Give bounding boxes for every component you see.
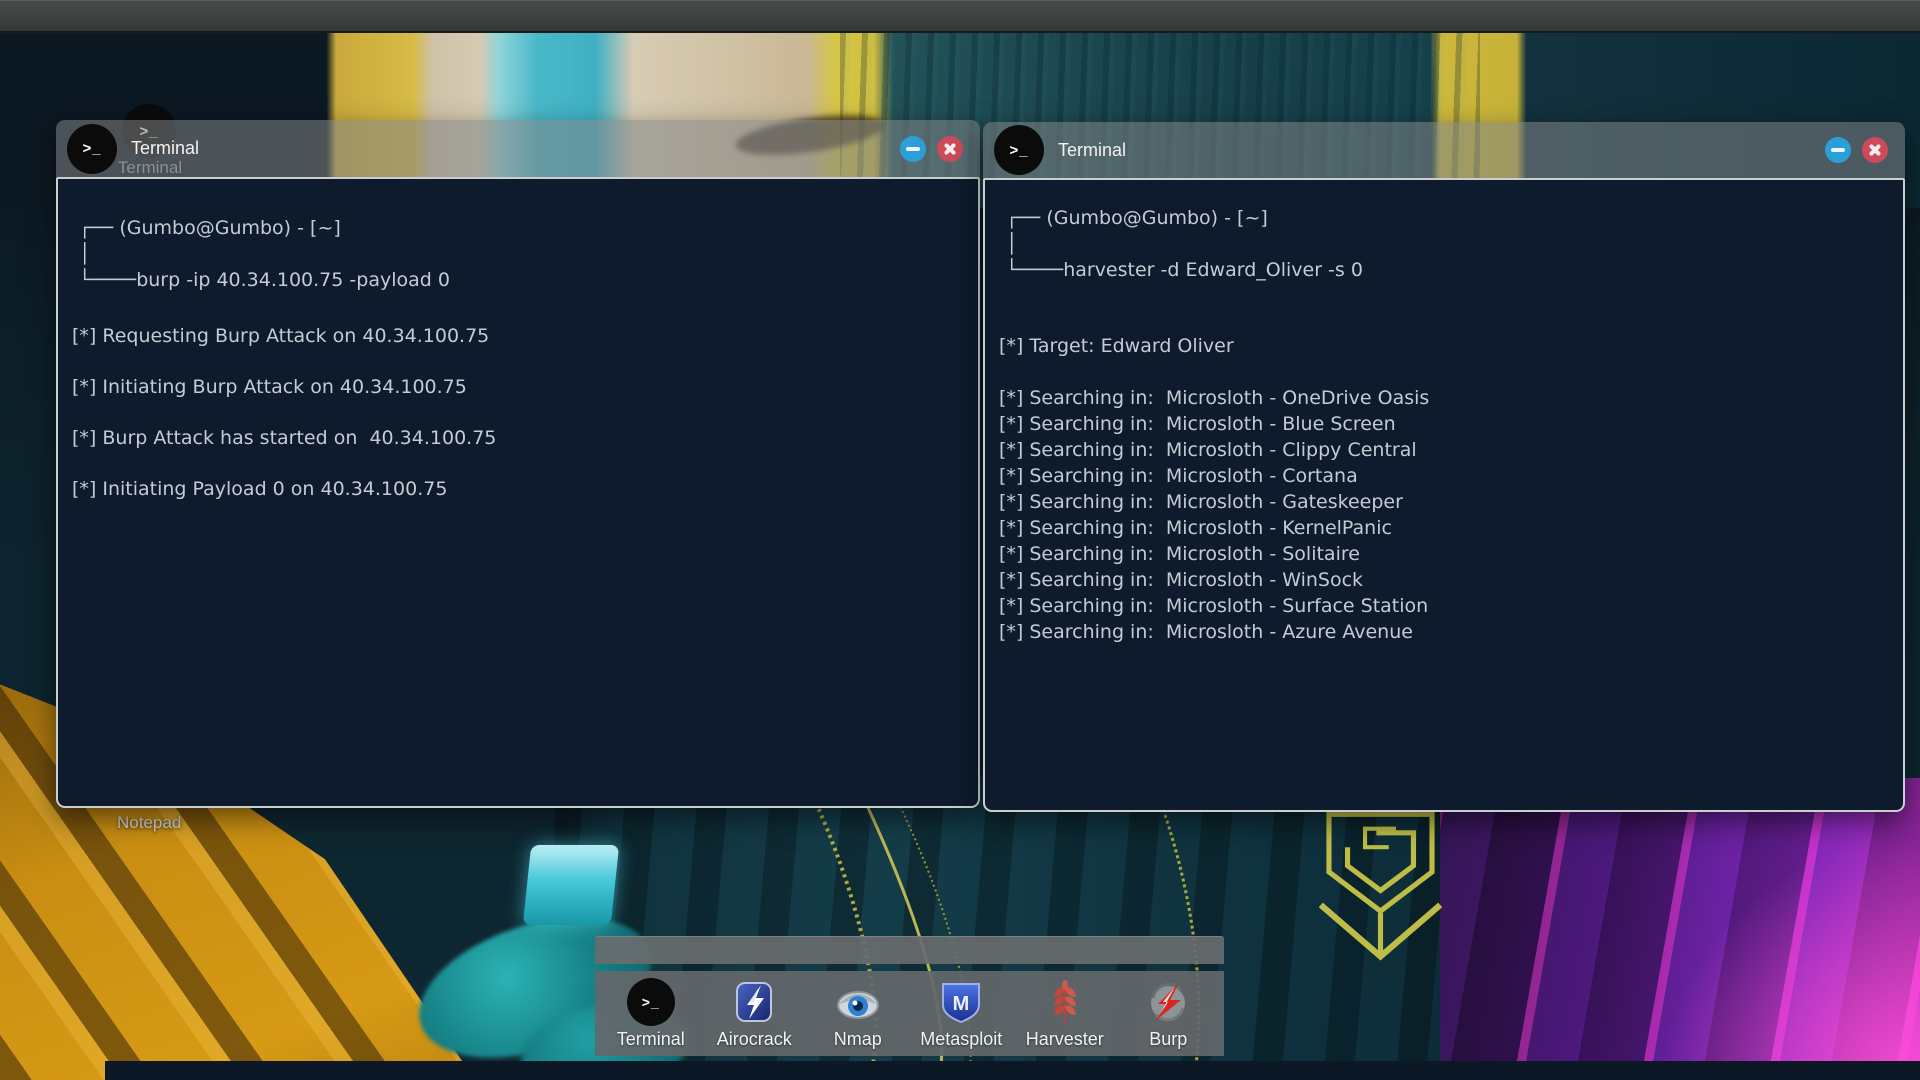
- output-line: [*] Target: Edward Oliver: [999, 333, 1887, 359]
- dock-item-label: Burp: [1149, 1029, 1187, 1050]
- window-title: Terminal: [1058, 140, 1126, 161]
- window-titlebar[interactable]: >_ Terminal: [56, 120, 980, 177]
- output-line: [*] Searching in: Microsloth - Gateskeep…: [999, 489, 1887, 515]
- dock-item-label: Nmap: [834, 1029, 882, 1050]
- minimize-button[interactable]: [1825, 137, 1851, 163]
- harvester-wheat-icon: [1041, 978, 1089, 1026]
- output-line: [*] Searching in: Microsloth - WinSock: [999, 567, 1887, 593]
- dock-item-label: Airocrack: [717, 1029, 792, 1050]
- terminal-icon: >_: [994, 125, 1044, 175]
- dock-item-metasploit[interactable]: M Metasploit: [911, 978, 1011, 1050]
- prompt-pipe-line: │: [79, 241, 962, 267]
- minimize-button[interactable]: [900, 136, 926, 162]
- terminal-window-left: >_ Terminal ┌── (Gumbo@Gumbo) - [~] │ └─…: [56, 120, 980, 808]
- output-line: [*] Requesting Burp Attack on 40.34.100.…: [72, 323, 962, 349]
- metasploit-letter: M: [953, 993, 970, 1015]
- window-title: Terminal: [131, 138, 199, 159]
- metasploit-shield-m-icon: M: [937, 978, 985, 1026]
- dock-item-airocrack[interactable]: Airocrack: [704, 978, 804, 1050]
- output-line: [*] Searching in: Microsloth - OneDrive …: [999, 385, 1887, 411]
- output-line: [999, 359, 1887, 385]
- close-button[interactable]: [1862, 137, 1888, 163]
- desktop-notepad-label: Notepad: [117, 813, 197, 833]
- terminal-output: [*] Requesting Burp Attack on 40.34.100.…: [72, 323, 962, 502]
- prompt-user-line: ┌── (Gumbo@Gumbo) - [~]: [1006, 205, 1887, 231]
- terminal-icon: >_: [627, 978, 675, 1026]
- output-line: [*] Initiating Payload 0 on 40.34.100.75: [72, 476, 962, 502]
- output-line: [*] Searching in: Microsloth - Clippy Ce…: [999, 437, 1887, 463]
- output-line: [*] Searching in: Microsloth - Cortana: [999, 463, 1887, 489]
- output-line: [*] Initiating Burp Attack on 40.34.100.…: [72, 374, 962, 400]
- command-line: └────harvester -d Edward_Oliver -s 0: [1006, 257, 1887, 283]
- shell-prompt: ┌── (Gumbo@Gumbo) - [~] │ └────harvester…: [1006, 205, 1887, 283]
- airocrack-shield-bolt-icon: [730, 978, 778, 1026]
- top-panel: [0, 0, 1920, 33]
- dock: >_ Terminal Airocrack Nmap M: [595, 971, 1224, 1056]
- dock-item-terminal[interactable]: >_ Terminal: [601, 978, 701, 1050]
- close-button[interactable]: [937, 136, 963, 162]
- output-line: [*] Searching in: Microsloth - Blue Scre…: [999, 411, 1887, 437]
- dock-item-burp[interactable]: Burp: [1118, 978, 1218, 1050]
- output-line: [*] Searching in: Microsloth - KernelPan…: [999, 515, 1887, 541]
- command-line: └────burp -ip 40.34.100.75 -payload 0: [79, 267, 962, 293]
- terminal-icon: >_: [67, 124, 117, 174]
- burp-flame-icon: [1144, 978, 1192, 1026]
- wallpaper-yellow-crest: [1298, 806, 1463, 976]
- wallpaper-bottom-strip: [105, 1061, 1920, 1080]
- dock-item-label: Terminal: [617, 1029, 685, 1050]
- dock-item-nmap[interactable]: Nmap: [808, 978, 908, 1050]
- prompt-user-line: ┌── (Gumbo@Gumbo) - [~]: [79, 215, 962, 241]
- terminal-output: [*] Target: Edward Oliver [*] Searching i…: [999, 333, 1887, 645]
- terminal-output-area[interactable]: ┌── (Gumbo@Gumbo) - [~] │ └────harvester…: [983, 178, 1905, 812]
- output-line: [*] Burp Attack has started on 40.34.100…: [72, 425, 962, 451]
- output-line: [*] Searching in: Microsloth - Solitaire: [999, 541, 1887, 567]
- terminal-window-right: >_ Terminal ┌── (Gumbo@Gumbo) - [~] │ └─…: [983, 122, 1905, 812]
- output-line: [*] Searching in: Microsloth - Azure Ave…: [999, 619, 1887, 645]
- dock-item-harvester[interactable]: Harvester: [1015, 978, 1115, 1050]
- output-line: [*] Searching in: Microsloth - Surface S…: [999, 593, 1887, 619]
- dock-item-label: Harvester: [1026, 1029, 1104, 1050]
- nmap-eye-icon: [834, 978, 882, 1026]
- dock-handle-bar: [595, 936, 1224, 964]
- window-titlebar[interactable]: >_ Terminal: [983, 122, 1905, 178]
- dock-item-label: Metasploit: [920, 1029, 1002, 1050]
- wallpaper-cyan-patch: [523, 845, 619, 925]
- wallpaper-purple-neon: [1440, 778, 1920, 1080]
- terminal-output-area[interactable]: ┌── (Gumbo@Gumbo) - [~] │ └────burp -ip …: [56, 177, 980, 808]
- shell-prompt: ┌── (Gumbo@Gumbo) - [~] │ └────burp -ip …: [79, 215, 962, 293]
- prompt-pipe-line: │: [1006, 231, 1887, 257]
